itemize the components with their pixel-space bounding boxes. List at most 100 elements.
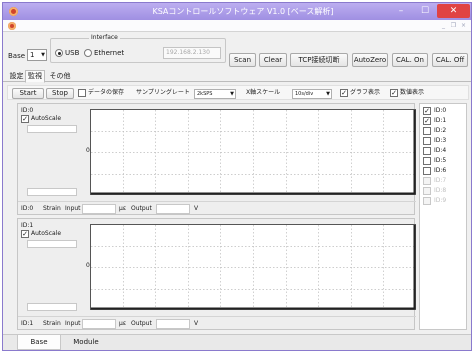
scale-min-field[interactable] <box>27 188 77 196</box>
close-button[interactable]: ✕ <box>437 4 470 18</box>
tab-settings[interactable]: 設定 <box>8 71 25 82</box>
usb-label: USB <box>65 49 80 57</box>
output-unit-label: V <box>194 205 199 212</box>
minimize-button[interactable]: – <box>389 4 413 18</box>
window-title: KSAコントロールソフトウェア V1.0 [ベース解析] <box>152 7 334 16</box>
scale-min-field[interactable] <box>27 303 77 311</box>
mdi-bar: _ ❐ × <box>3 20 471 32</box>
usb-radio[interactable] <box>55 49 63 57</box>
footer-mode-label: Strain <box>43 205 61 212</box>
maximize-button[interactable]: ☐ <box>413 4 437 18</box>
autozero-button[interactable]: AutoZero <box>352 53 388 67</box>
save-data-label: データの保存 <box>88 89 125 96</box>
id-checkbox[interactable]: ✓ <box>423 107 431 115</box>
start-button[interactable]: Start <box>12 88 44 99</box>
input-unit-label: με <box>119 320 127 327</box>
input-label: Input <box>65 205 81 212</box>
value-display-label: 数値表示 <box>400 89 425 96</box>
sampling-rate-label: サンプリングレート <box>136 89 190 96</box>
output-value-field[interactable] <box>156 319 190 329</box>
ethernet-radio[interactable] <box>84 49 92 57</box>
input-value-field[interactable] <box>82 319 116 329</box>
id-label: ID:3 <box>434 137 447 144</box>
app-logo-icon <box>9 7 18 16</box>
channel-footer-1: ID:1 Strain Input με Output V <box>18 316 416 330</box>
autoscale-label: AutoScale <box>31 230 62 237</box>
channel-id-label: ID:0 <box>21 107 34 114</box>
base-id-value: 1 <box>30 51 35 59</box>
footer-id-label: ID:1 <box>21 320 34 327</box>
mdi-restore-button[interactable]: ❐ <box>450 22 457 29</box>
channel-panel-1: ID:1 ✓ AutoScale 0 ID:1 Strain Input με … <box>17 218 416 330</box>
input-value-field[interactable] <box>82 204 116 214</box>
id-checkbox[interactable]: ✓ <box>423 117 431 125</box>
value-display-checkbox[interactable]: ✓ <box>390 89 398 97</box>
id-checkbox[interactable] <box>423 127 431 135</box>
save-data-checkbox[interactable] <box>78 89 86 97</box>
sampling-rate-select[interactable]: 2kSPS ▼ <box>194 89 236 99</box>
scale-max-field[interactable] <box>27 125 77 133</box>
id-checkbox <box>423 197 431 205</box>
ip-address-field[interactable]: 192.168.2.130 <box>163 47 221 59</box>
id-label: ID:9 <box>434 197 447 204</box>
channel-footer-0: ID:0 Strain Input με Output V <box>18 201 416 215</box>
plot-background <box>90 109 416 195</box>
clear-button[interactable]: Clear <box>259 53 287 67</box>
graph-display-label: グラフ表示 <box>350 89 381 96</box>
id-label: ID:4 <box>434 147 447 154</box>
cal-on-button[interactable]: CAL. On <box>392 53 428 67</box>
channel-panel-0: ID:0 ✓ AutoScale 0 ID:0 Strain Input με … <box>17 103 416 215</box>
base-id-select[interactable]: 1 ▼ <box>27 49 47 61</box>
sampling-rate-value: 2kSPS <box>197 91 213 97</box>
footer-mode-label: Strain <box>43 320 61 327</box>
id-checkbox[interactable] <box>423 167 431 175</box>
output-label: Output <box>131 205 152 212</box>
id-checkbox[interactable] <box>423 147 431 155</box>
document-logo-icon[interactable] <box>8 22 16 30</box>
ethernet-label: Ethernet <box>94 49 125 57</box>
tab-base[interactable]: Base <box>17 335 61 350</box>
strain-plot-0 <box>90 109 416 195</box>
id-checklist: ✓ ID:0 ✓ ID:1 ID:2 ID:3 ID:4 ID:5 ID:6 ID:… <box>419 103 467 330</box>
title-bar[interactable]: KSAコントロールソフトウェア V1.0 [ベース解析] – ☐ ✕ <box>3 3 471 20</box>
tab-monitor[interactable]: 監視 <box>25 70 45 83</box>
output-label: Output <box>131 320 152 327</box>
interface-group: Interface USB Ethernet 192.168.2.130 <box>50 34 226 63</box>
id-label: ID:1 <box>434 117 447 124</box>
plot-background <box>90 224 416 310</box>
app-window: KSAコントロールソフトウェア V1.0 [ベース解析] – ☐ ✕ _ ❐ ×… <box>2 2 472 351</box>
interface-label: Interface <box>89 34 120 41</box>
tab-module[interactable]: Module <box>63 335 109 350</box>
mdi-close-button[interactable]: × <box>460 22 467 29</box>
chevron-down-icon: ▼ <box>230 91 234 97</box>
tab-other[interactable]: その他 <box>48 71 72 82</box>
input-unit-label: με <box>119 205 127 212</box>
id-label: ID:0 <box>434 107 447 114</box>
scale-max-field[interactable] <box>27 240 77 248</box>
id-label: ID:6 <box>434 167 447 174</box>
id-checkbox[interactable] <box>423 157 431 165</box>
x-scale-label: X軸スケール <box>246 89 281 96</box>
tcp-disconnect-button[interactable]: TCP接続切断 <box>290 53 348 67</box>
autoscale-label: AutoScale <box>31 115 62 122</box>
id-checkbox[interactable] <box>423 137 431 145</box>
cal-off-button[interactable]: CAL. Off <box>432 53 468 67</box>
id-checkbox <box>423 177 431 185</box>
mdi-minimize-button[interactable]: _ <box>440 22 447 29</box>
stop-button[interactable]: Stop <box>46 88 74 99</box>
strain-plot-1 <box>90 224 416 310</box>
graph-display-checkbox[interactable]: ✓ <box>340 89 348 97</box>
input-label: Input <box>65 320 81 327</box>
connection-toolbar: Base ID 1 ▼ Interface USB Ethernet 192.1… <box>3 32 471 67</box>
channel-id-label: ID:1 <box>21 222 34 229</box>
x-scale-select[interactable]: 10s/div ▼ <box>292 89 332 99</box>
footer-id-label: ID:0 <box>21 205 34 212</box>
output-unit-label: V <box>194 320 199 327</box>
autoscale-checkbox[interactable]: ✓ <box>21 115 29 123</box>
id-label: ID:7 <box>434 177 447 184</box>
chevron-down-icon: ▼ <box>326 91 330 97</box>
autoscale-checkbox[interactable]: ✓ <box>21 230 29 238</box>
monitor-option-bar: Start Stop データの保存 サンプリングレート 2kSPS ▼ X軸スケ… <box>7 85 469 100</box>
output-value-field[interactable] <box>156 204 190 214</box>
scan-button[interactable]: Scan <box>229 53 256 67</box>
